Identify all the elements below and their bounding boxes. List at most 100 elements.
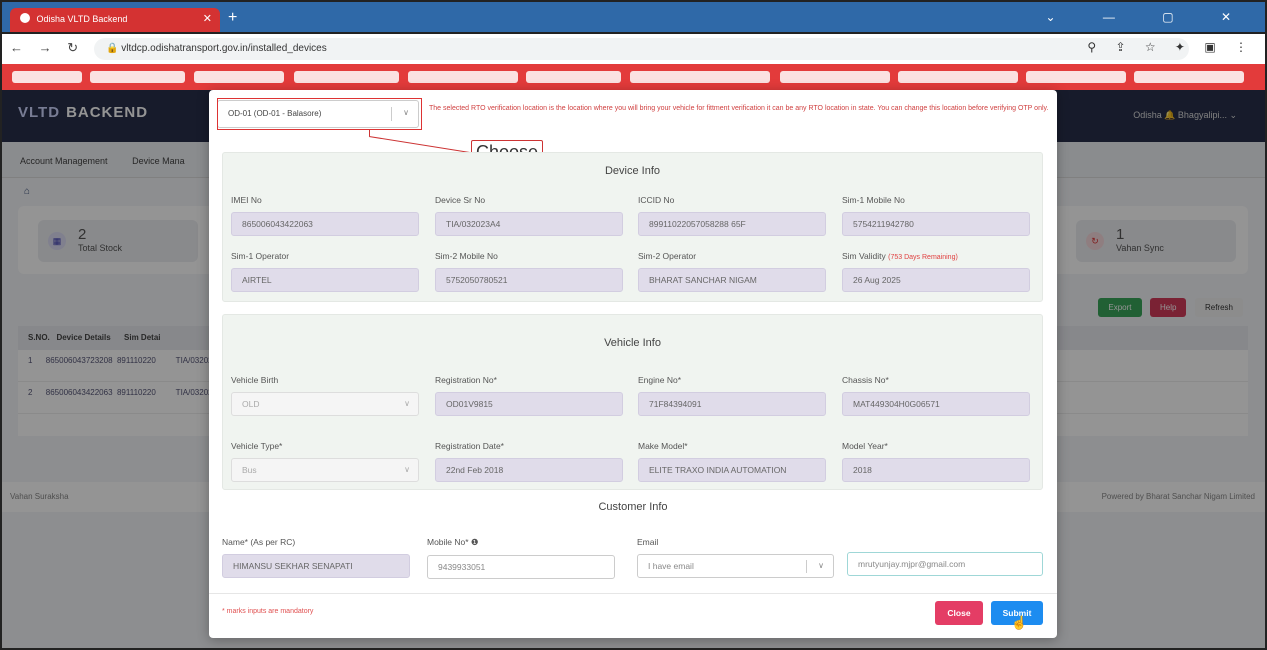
bookmark-redacted[interactable] [294,71,399,83]
select-value: Bus [242,465,257,475]
new-tab-button[interactable]: + [228,9,237,27]
device-sr-field: Device Sr No TIA/032023A4 [435,195,623,236]
close-button[interactable]: Close [935,601,983,625]
sim-validity-field: Sim Validity (753 Days Remaining) 26 Aug… [842,251,1030,292]
field-label: Model Year* [842,441,888,451]
field-label: Engine No* [638,375,682,385]
bookmark-redacted[interactable] [898,71,1018,83]
field-label: ICCID No [638,195,675,205]
field-label: Sim Validity (753 Days Remaining) [842,251,1030,261]
bookmark-redacted[interactable] [12,71,82,83]
registration-date-field: Registration Date* 22nd Feb 2018 [435,441,623,482]
sim1-operator-input[interactable]: AIRTEL [231,268,419,292]
sim2-operator-field: Sim-2 Operator BHARAT SANCHAR NIGAM [638,251,826,292]
bookmarks-bar [0,64,1267,90]
chassis-no-input[interactable]: MAT449304H0G06571 [842,392,1030,416]
nav-buttons[interactable]: ← → ↻ [10,40,84,56]
sim1-mobile-input[interactable]: 5754211942780 [842,212,1030,236]
site-favicon-icon [20,13,30,23]
bookmark-redacted[interactable] [780,71,890,83]
field-label: Registration No* [435,375,497,385]
annotation-line [368,136,474,154]
field-label: Sim-2 Mobile No [435,251,498,261]
vehicle-birth-field: Vehicle Birth OLD ∨ [231,375,419,416]
email-field: mrutyunjay.mjpr@gmail.com [847,552,1043,576]
engine-no-input[interactable]: 71F84394091 [638,392,826,416]
bookmark-redacted[interactable] [194,71,284,83]
iccid-field: ICCID No 89911022057058288 65F [638,195,826,236]
sim2-operator-input[interactable]: BHARAT SANCHAR NIGAM [638,268,826,292]
section-title: Device Info [604,165,661,177]
field-label: Vehicle Type* [231,441,283,451]
field-label: Make Model* [638,441,688,451]
registration-no-input[interactable]: OD01V9815 [435,392,623,416]
sim2-mobile-field: Sim-2 Mobile No 5752050780521 [435,251,623,292]
vehicle-type-select[interactable]: Bus ∨ [231,458,419,482]
device-info-section: Device Info IMEI No 865006043422063 Devi… [222,152,1043,302]
email-input[interactable]: mrutyunjay.mjpr@gmail.com [847,552,1043,576]
field-label: Device Sr No [435,195,486,205]
mandatory-note: * marks inputs are mandatory [222,608,314,615]
sim1-operator-field: Sim-1 Operator AIRTEL [231,251,419,292]
select-separator [806,560,807,573]
imei-input[interactable]: 865006043422063 [231,212,419,236]
field-label: Registration Date* [435,441,504,451]
field-label: Sim-2 Operator [638,251,697,261]
vehicle-birth-select[interactable]: OLD ∨ [231,392,419,416]
customer-info-title: Customer Info [598,501,668,513]
device-sr-input[interactable]: TIA/032023A4 [435,212,623,236]
field-label: Vehicle Birth [231,375,279,385]
bookmark-redacted[interactable] [526,71,621,83]
field-label: Mobile No* ❶ [427,537,479,547]
sim-validity-remaining: (753 Days Remaining) [888,254,958,261]
sim2-mobile-input[interactable]: 5752050780521 [435,268,623,292]
mobile-no-field: Mobile No* ❶ 9439933051 [427,537,615,579]
vehicle-type-field: Vehicle Type* Bus ∨ [231,441,419,482]
bookmark-redacted[interactable] [1134,71,1244,83]
browser-tab-bar: Odisha VLTD Backend ✕ + ⌄ — ▢ ✕ [0,0,1267,34]
browser-tab[interactable]: Odisha VLTD Backend ✕ [10,8,220,32]
field-label: IMEI No [231,195,262,205]
hand-cursor-icon: ☝ [1011,615,1028,630]
chassis-no-field: Chassis No* MAT449304H0G06571 [842,375,1030,416]
chevron-down-icon: ∨ [818,561,824,570]
tab-title: Odisha VLTD Backend [36,14,128,24]
make-model-field: Make Model* ELITE TRAXO INDIA AUTOMATION [638,441,826,482]
bookmark-redacted[interactable] [1026,71,1126,83]
mobile-no-input[interactable]: 9439933051 [427,555,615,579]
registration-no-field: Registration No* OD01V9815 [435,375,623,416]
sim-validity-input[interactable]: 26 Aug 2025 [842,268,1030,292]
model-year-field: Model Year* 2018 [842,441,1030,482]
make-model-input[interactable]: ELITE TRAXO INDIA AUTOMATION [638,458,826,482]
customer-name-input[interactable]: HIMANSU SEKHAR SENAPATI [222,554,410,578]
rto-location-note: The selected RTO verification location i… [429,105,1049,112]
url-input[interactable]: 🔒 vltdcp.odishatransport.gov.in/installe… [94,38,1189,60]
customer-name-field: Name* (As per RC) HIMANSU SEKHAR SENAPAT… [222,537,410,578]
email-option-field: Email I have email ∨ [637,537,834,578]
engine-no-field: Engine No* 71F84394091 [638,375,826,416]
iccid-input[interactable]: 89911022057058288 65F [638,212,826,236]
browser-toolbar-icons[interactable]: ⚲ ⇪ ☆ ✦ ▣ ⋮ [1087,40,1255,54]
section-title: Vehicle Info [604,337,661,349]
field-label: Sim-1 Operator [231,251,290,261]
tab-close-icon[interactable]: ✕ [203,12,212,25]
window-controls[interactable]: ⌄ — ▢ ✕ [1046,10,1253,24]
model-year-input[interactable]: 2018 [842,458,1030,482]
field-label: Email [637,537,659,547]
vehicle-info-section: Vehicle Info Vehicle Birth OLD ∨ Registra… [222,314,1043,490]
bookmark-redacted[interactable] [630,71,770,83]
url-text: vltdcp.odishatransport.gov.in/installed_… [121,43,327,54]
annotation-highlight-box [217,98,422,130]
sim-validity-label: Sim Validity [842,251,886,261]
device-verification-modal: OD-01 (OD-01 - Balasore) ∨ The selected … [209,90,1057,638]
field-label: Sim-1 Mobile No [842,195,905,205]
sim1-mobile-field: Sim-1 Mobile No 5754211942780 [842,195,1030,236]
select-value: I have email [648,561,694,571]
footer-divider [209,593,1057,594]
bookmark-redacted[interactable] [408,71,518,83]
bookmark-redacted[interactable] [90,71,185,83]
chevron-down-icon: ∨ [404,465,410,474]
registration-date-input[interactable]: 22nd Feb 2018 [435,458,623,482]
email-option-select[interactable]: I have email ∨ [637,554,834,578]
select-value: OLD [242,399,260,409]
